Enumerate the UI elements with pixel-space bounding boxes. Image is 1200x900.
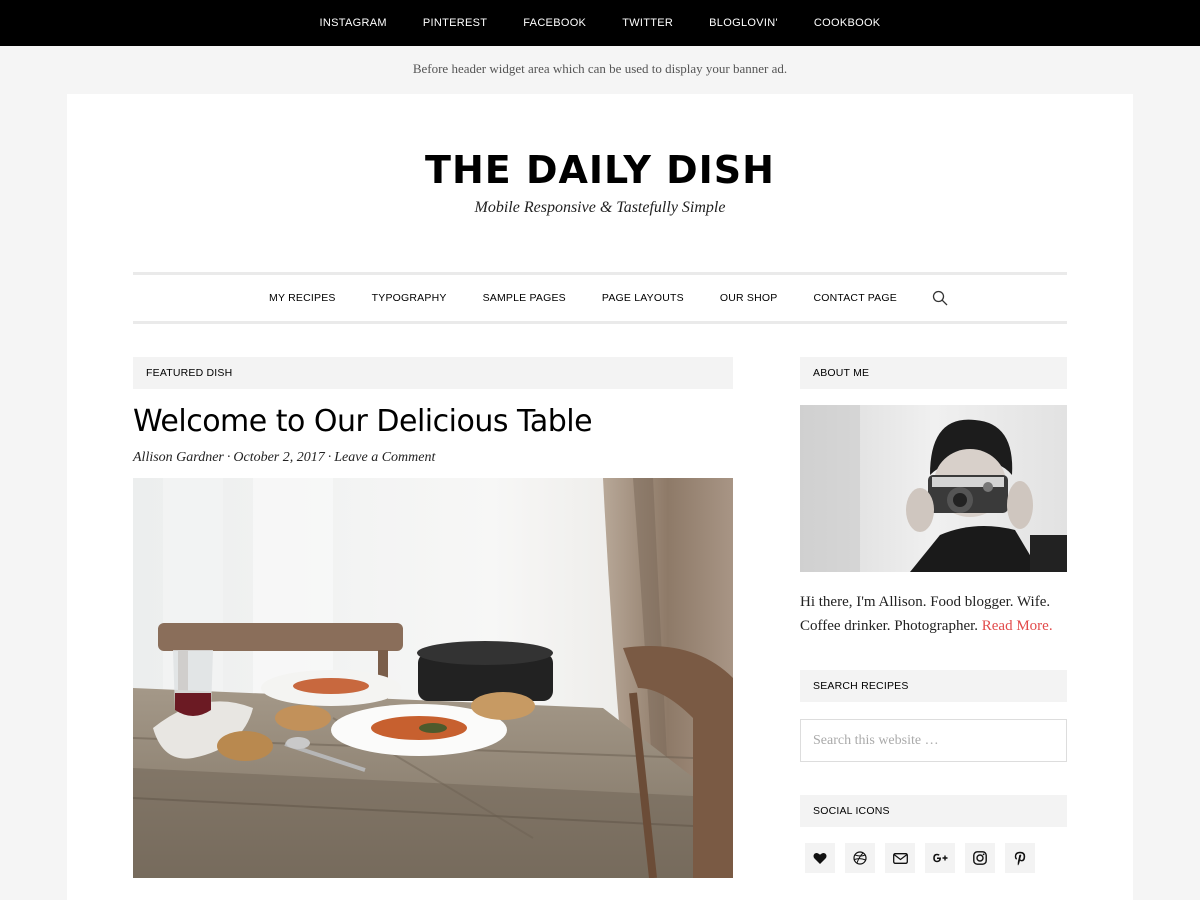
post-author[interactable]: Allison Gardner [133,450,224,465]
meta-separator: · [226,450,231,465]
post-title[interactable]: Welcome to Our Delicious Table [133,404,593,439]
top-menu-pinterest[interactable]: PINTEREST [423,17,487,29]
top-menu-twitter[interactable]: TWITTER [622,17,673,29]
post-date: October 2, 2017 [233,450,325,465]
dining-table-photo[interactable] [133,478,733,878]
search-icon[interactable] [931,289,949,307]
social-icons-row [805,843,1045,873]
google-plus-icon[interactable] [925,843,955,873]
post-meta: Allison Gardner · October 2, 2017 · Leave a … [133,450,435,466]
social-icons-heading: SOCIAL ICONS [800,795,1067,827]
featured-dish-heading: FEATURED DISH [133,357,733,389]
woman-with-camera-photo[interactable] [800,405,1067,572]
nav-item-page-layouts[interactable]: PAGE LAYOUTS [602,292,684,304]
top-menu-bloglovin[interactable]: BLOGLOVIN' [709,17,778,29]
nav-item-sample-pages[interactable]: SAMPLE PAGES [483,292,566,304]
primary-nav: MY RECIPES TYPOGRAPHY SAMPLE PAGES PAGE … [133,272,1067,324]
heart-icon[interactable] [805,843,835,873]
about-me-heading: ABOUT ME [800,357,1067,389]
about-me-text: Hi there, I'm Allison. Food blogger. Wif… [800,590,1067,638]
search-recipes-heading: SEARCH RECIPES [800,670,1067,702]
nav-item-my-recipes[interactable]: MY RECIPES [269,292,336,304]
search-input[interactable] [800,719,1067,762]
top-menu-instagram[interactable]: INSTAGRAM [320,17,387,29]
post-comment-link[interactable]: Leave a Comment [334,450,435,465]
top-social-menu: INSTAGRAM PINTEREST FACEBOOK TWITTER BLO… [0,0,1200,46]
before-header-widget-text: Before header widget area which can be u… [412,61,788,76]
read-more-link[interactable]: Read More. [982,618,1053,634]
nav-item-our-shop[interactable]: OUR SHOP [720,292,778,304]
instagram-icon[interactable] [965,843,995,873]
top-menu-cookbook[interactable]: COOKBOOK [814,17,881,29]
site-title[interactable]: THE DAILY DISH [0,148,1200,192]
meta-separator: · [327,450,332,465]
dribbble-icon[interactable] [845,843,875,873]
site-tagline: Mobile Responsive & Tastefully Simple [474,199,726,216]
top-menu-facebook[interactable]: FACEBOOK [523,17,586,29]
nav-item-contact-page[interactable]: CONTACT PAGE [813,292,897,304]
mail-icon[interactable] [885,843,915,873]
pinterest-icon[interactable] [1005,843,1035,873]
nav-item-typography[interactable]: TYPOGRAPHY [372,292,447,304]
